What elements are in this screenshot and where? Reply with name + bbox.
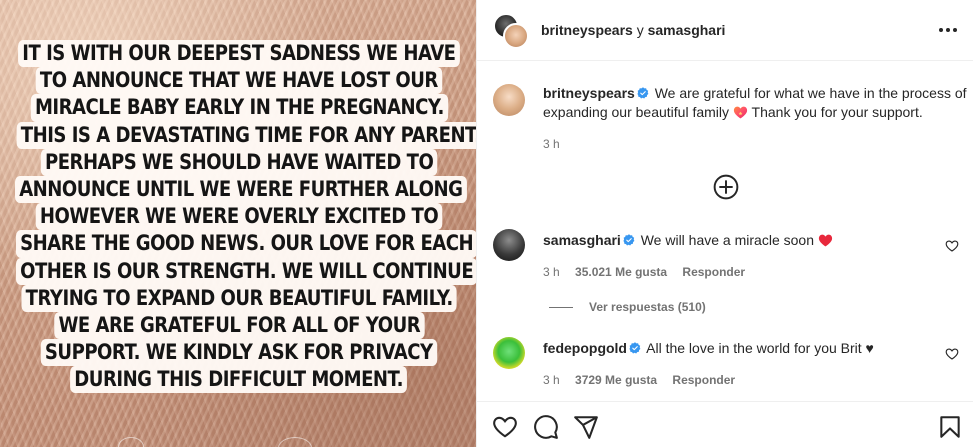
story-line: SHARE THE GOOD NEWS. OUR LOVE FOR EACH	[15, 230, 476, 258]
comment-text: samasghari We will have a miracle soon	[543, 231, 833, 250]
story-line: HOWEVER WE WERE OVERLY EXCITED TO	[35, 203, 443, 231]
comment-username[interactable]: fedepopgold	[543, 340, 627, 356]
story-line: ANNOUNCE UNTIL WE WERE FURTHER ALONG	[15, 175, 467, 204]
comment-meta: 3 h 35.021 Me gusta Responder	[543, 265, 757, 279]
avatar	[503, 23, 529, 49]
like-comment-icon[interactable]	[945, 239, 959, 253]
story-line: WE ARE GRATEFUL FOR ALL OF YOUR	[53, 311, 425, 340]
author-link[interactable]: samasghari	[648, 22, 726, 38]
caption-body-end: Thank you for your support.	[751, 104, 923, 120]
post-header: britneyspears y samasghari	[477, 0, 973, 61]
story-line: IT IS WITH OUR DEEPEST SADNESS WE HAVE	[18, 40, 460, 68]
comment-body: All the love in the world for you Brit ♥	[646, 340, 874, 356]
divider-line	[549, 306, 573, 308]
story-line: TO ANNOUNCE THAT WE HAVE LOST OUR	[35, 67, 443, 95]
comment-likes[interactable]: 3729 Me gusta	[575, 373, 657, 387]
post-image[interactable]: IT IS WITH OUR DEEPEST SADNESS WE HAVE T…	[0, 0, 476, 447]
like-heart-icon[interactable]	[492, 414, 518, 440]
reply-button[interactable]: Responder	[672, 373, 735, 387]
comment-body: We will have a miracle soon	[640, 232, 814, 248]
comment-bubble-icon[interactable]	[533, 414, 559, 440]
story-line: SUPPORT. WE KINDLY ASK FOR PRIVACY	[40, 339, 438, 367]
comment-text: fedepopgold All the love in the world fo…	[543, 339, 874, 358]
caption-username[interactable]: britneyspears	[543, 85, 635, 101]
view-replies-label: Ver respuestas (510)	[589, 300, 706, 314]
post-actions-bar	[477, 401, 973, 447]
avatar[interactable]	[493, 337, 525, 369]
avatar[interactable]	[493, 84, 525, 116]
verified-badge-icon	[637, 87, 649, 99]
author-link[interactable]: britneyspears	[541, 22, 633, 38]
story-line: TRYING TO EXPAND OUR BEAUTIFUL FAMILY.	[21, 284, 457, 312]
story-line: DURING THIS DIFFICULT MOMENT.	[70, 366, 408, 394]
comment-likes[interactable]: 35.021 Me gusta	[575, 265, 667, 279]
share-send-icon[interactable]	[573, 414, 599, 440]
decorative-doodle	[118, 437, 144, 447]
view-replies-button[interactable]: Ver respuestas (510)	[549, 300, 706, 314]
avatar[interactable]	[493, 229, 525, 261]
story-text: IT IS WITH OUR DEEPEST SADNESS WE HAVE T…	[12, 40, 476, 394]
comment-timestamp: 3 h	[543, 265, 560, 279]
post-authors: britneyspears y samasghari	[541, 22, 725, 38]
heart-emoji-icon	[733, 106, 748, 119]
load-more-comments-icon[interactable]	[713, 174, 739, 200]
collab-avatars[interactable]	[493, 13, 529, 49]
story-line: MIRACLE BABY EARLY IN THE PREGNANCY.	[30, 94, 448, 122]
red-heart-emoji-icon	[818, 234, 832, 247]
comment-meta: 3 h 3729 Me gusta Responder	[543, 373, 747, 387]
verified-badge-icon	[629, 342, 641, 354]
caption-timestamp: 3 h	[543, 137, 560, 151]
story-line: OTHER IS OUR STRENGTH. WE WILL CONTINUE	[15, 257, 476, 285]
story-line: THIS IS A DEVASTATING TIME FOR ANY PAREN…	[16, 121, 476, 149]
author-conjunction: y	[636, 22, 644, 38]
more-options-button[interactable]	[936, 18, 960, 42]
more-horizontal-icon	[939, 28, 943, 32]
verified-badge-icon	[623, 234, 635, 246]
story-line: PERHAPS WE SHOULD HAVE WAITED TO	[40, 148, 438, 176]
reply-button[interactable]: Responder	[682, 265, 745, 279]
like-comment-icon[interactable]	[945, 347, 959, 361]
decorative-doodle	[278, 437, 312, 447]
comment-username[interactable]: samasghari	[543, 232, 621, 248]
bookmark-save-icon[interactable]	[937, 414, 963, 440]
comment-timestamp: 3 h	[543, 373, 560, 387]
caption-text: britneyspears We are grateful for what w…	[543, 84, 968, 122]
post-side-panel: britneyspears y samasghari britneyspears…	[476, 0, 973, 447]
